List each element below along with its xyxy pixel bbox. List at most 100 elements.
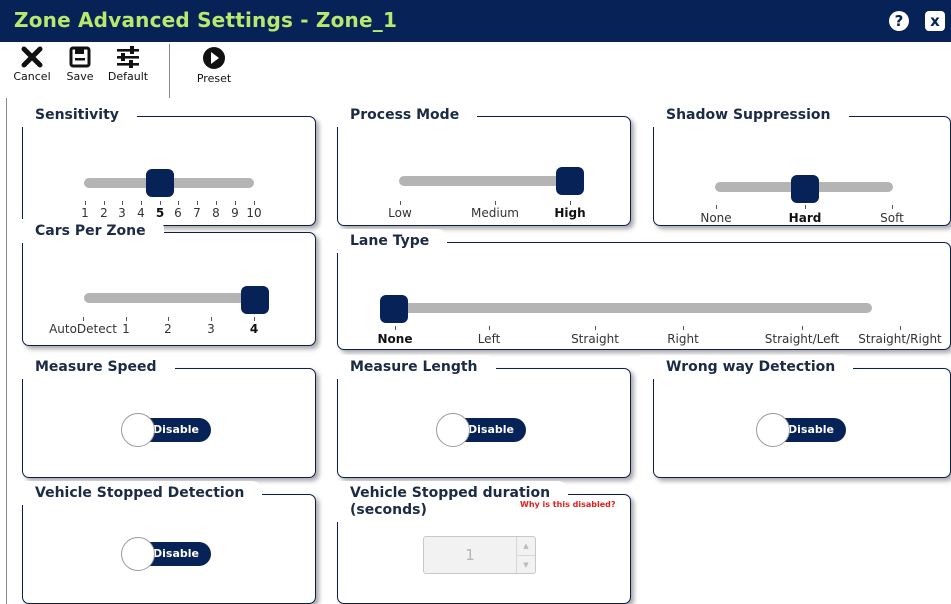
save-icon	[69, 46, 91, 68]
lane-type-panel: Lane Type None Left Straight Right Strai…	[324, 229, 951, 350]
lane-type-title: Lane Type	[324, 229, 448, 253]
spinner-arrows[interactable]: ▲ ▼	[516, 537, 535, 573]
cars-per-zone-slider-thumb[interactable]	[241, 286, 269, 314]
tick-label: AutoDetect	[49, 322, 117, 336]
tick-label-selected: Hard	[788, 211, 822, 225]
measure-speed-panel: Measure Speed Disable	[9, 355, 316, 478]
measure-length-title: Measure Length	[324, 355, 496, 379]
tick	[160, 201, 161, 205]
tick-label: 6	[174, 206, 182, 220]
tick-label: 2	[100, 206, 108, 220]
tick	[122, 201, 123, 205]
tick	[254, 201, 255, 205]
tick-label: Low	[388, 206, 412, 220]
tick	[83, 317, 84, 321]
tick	[400, 201, 401, 205]
tick	[85, 201, 86, 205]
tick-label-selected: 5	[155, 206, 165, 220]
tick-label: Straight/Right	[858, 332, 942, 346]
lane-type-slider-thumb[interactable]	[380, 295, 408, 323]
shadow-suppression-panel: Shadow Suppression None Hard Soft	[640, 103, 951, 226]
tick-label: Right	[667, 332, 699, 346]
tick-label: 10	[246, 206, 262, 220]
title-bar: Zone Advanced Settings - Zone_1 ? x	[0, 0, 951, 42]
wrong-way-title: Wrong way Detection	[640, 355, 854, 379]
toolbar-separator	[169, 44, 170, 98]
process-mode-title: Process Mode	[324, 103, 478, 127]
tick	[178, 201, 179, 205]
close-icon[interactable]: x	[925, 11, 945, 31]
cancel-button[interactable]: Cancel	[10, 46, 54, 83]
tick	[716, 205, 717, 209]
measure-speed-toggle[interactable]: Disable	[121, 413, 211, 447]
help-icon[interactable]: ?	[889, 11, 909, 31]
cars-per-zone-panel: Cars Per Zone AutoDetect 1 2 3 4	[9, 219, 316, 346]
tick	[126, 317, 127, 321]
tick-label: None	[700, 211, 732, 225]
tick	[495, 201, 496, 205]
toggle-knob	[121, 413, 155, 447]
default-label: Default	[107, 70, 149, 83]
tick	[235, 201, 236, 205]
vehicle-stopped-toggle[interactable]: Disable	[121, 537, 211, 571]
process-mode-track[interactable]	[399, 176, 579, 186]
sensitivity-slider-thumb[interactable]	[146, 169, 174, 197]
cars-per-zone-track[interactable]	[84, 293, 262, 303]
chevron-down-icon[interactable]: ▼	[517, 555, 535, 574]
tick-label: 3	[118, 206, 126, 220]
vehicle-stopped-title: Vehicle Stopped Detection	[9, 481, 263, 505]
process-mode-panel: Process Mode Low Medium High	[324, 103, 631, 226]
wrong-way-toggle[interactable]: Disable	[756, 413, 846, 447]
tick	[168, 317, 169, 321]
tick	[900, 326, 901, 330]
tick-label: Straight/Left	[764, 332, 840, 346]
tick-label: Medium	[471, 206, 519, 220]
tick-label: Left	[477, 332, 501, 346]
tick	[197, 201, 198, 205]
tick	[254, 317, 255, 321]
stopped-duration-input[interactable]: 1 ▲ ▼	[423, 536, 536, 574]
tick	[802, 326, 803, 330]
preset-button[interactable]: Preset	[190, 46, 238, 85]
tick-label: 1	[81, 206, 89, 220]
tick-label-selected: High	[554, 206, 586, 220]
tick	[216, 201, 217, 205]
tick	[395, 326, 396, 330]
save-label: Save	[66, 70, 94, 83]
tick-label-selected: 4	[249, 322, 259, 336]
tick-label: 2	[164, 322, 172, 336]
lane-type-track[interactable]	[382, 303, 872, 313]
process-mode-slider-thumb[interactable]	[556, 167, 584, 195]
tick-label: Straight	[571, 332, 619, 346]
tick	[805, 205, 806, 209]
cars-per-zone-title: Cars Per Zone	[9, 219, 164, 243]
chevron-up-icon[interactable]: ▲	[517, 537, 535, 555]
measure-length-toggle[interactable]: Disable	[436, 413, 526, 447]
dialog-title: Zone Advanced Settings - Zone_1	[14, 8, 398, 32]
tick	[104, 201, 105, 205]
save-button[interactable]: Save	[60, 46, 100, 83]
shadow-suppression-title: Shadow Suppression	[640, 103, 849, 127]
left-divider	[6, 98, 7, 604]
tick	[141, 201, 142, 205]
tick-label: 9	[231, 206, 239, 220]
cancel-label: Cancel	[13, 70, 51, 83]
toggle-knob	[756, 413, 790, 447]
tick	[489, 326, 490, 330]
tick-label: 1	[122, 322, 130, 336]
sensitivity-panel: Sensitivity 1 2 3 4 5 6 7 8 9 10	[9, 103, 316, 226]
why-disabled-link[interactable]: Why is this disabled?	[520, 500, 616, 509]
vehicle-stopped-panel: Vehicle Stopped Detection Disable	[9, 481, 316, 604]
tick-label: 8	[212, 206, 220, 220]
stopped-duration-value: 1	[465, 546, 475, 564]
toggle-knob	[121, 537, 155, 571]
shadow-suppression-slider-thumb[interactable]	[791, 175, 819, 203]
sliders-icon	[117, 46, 139, 68]
sensitivity-title: Sensitivity	[9, 103, 137, 127]
tick	[570, 201, 571, 205]
play-circle-icon	[203, 47, 225, 69]
default-button[interactable]: Default	[102, 46, 154, 83]
close-x-icon	[21, 46, 43, 68]
measure-speed-title: Measure Speed	[9, 355, 175, 379]
tick-label: 4	[137, 206, 145, 220]
